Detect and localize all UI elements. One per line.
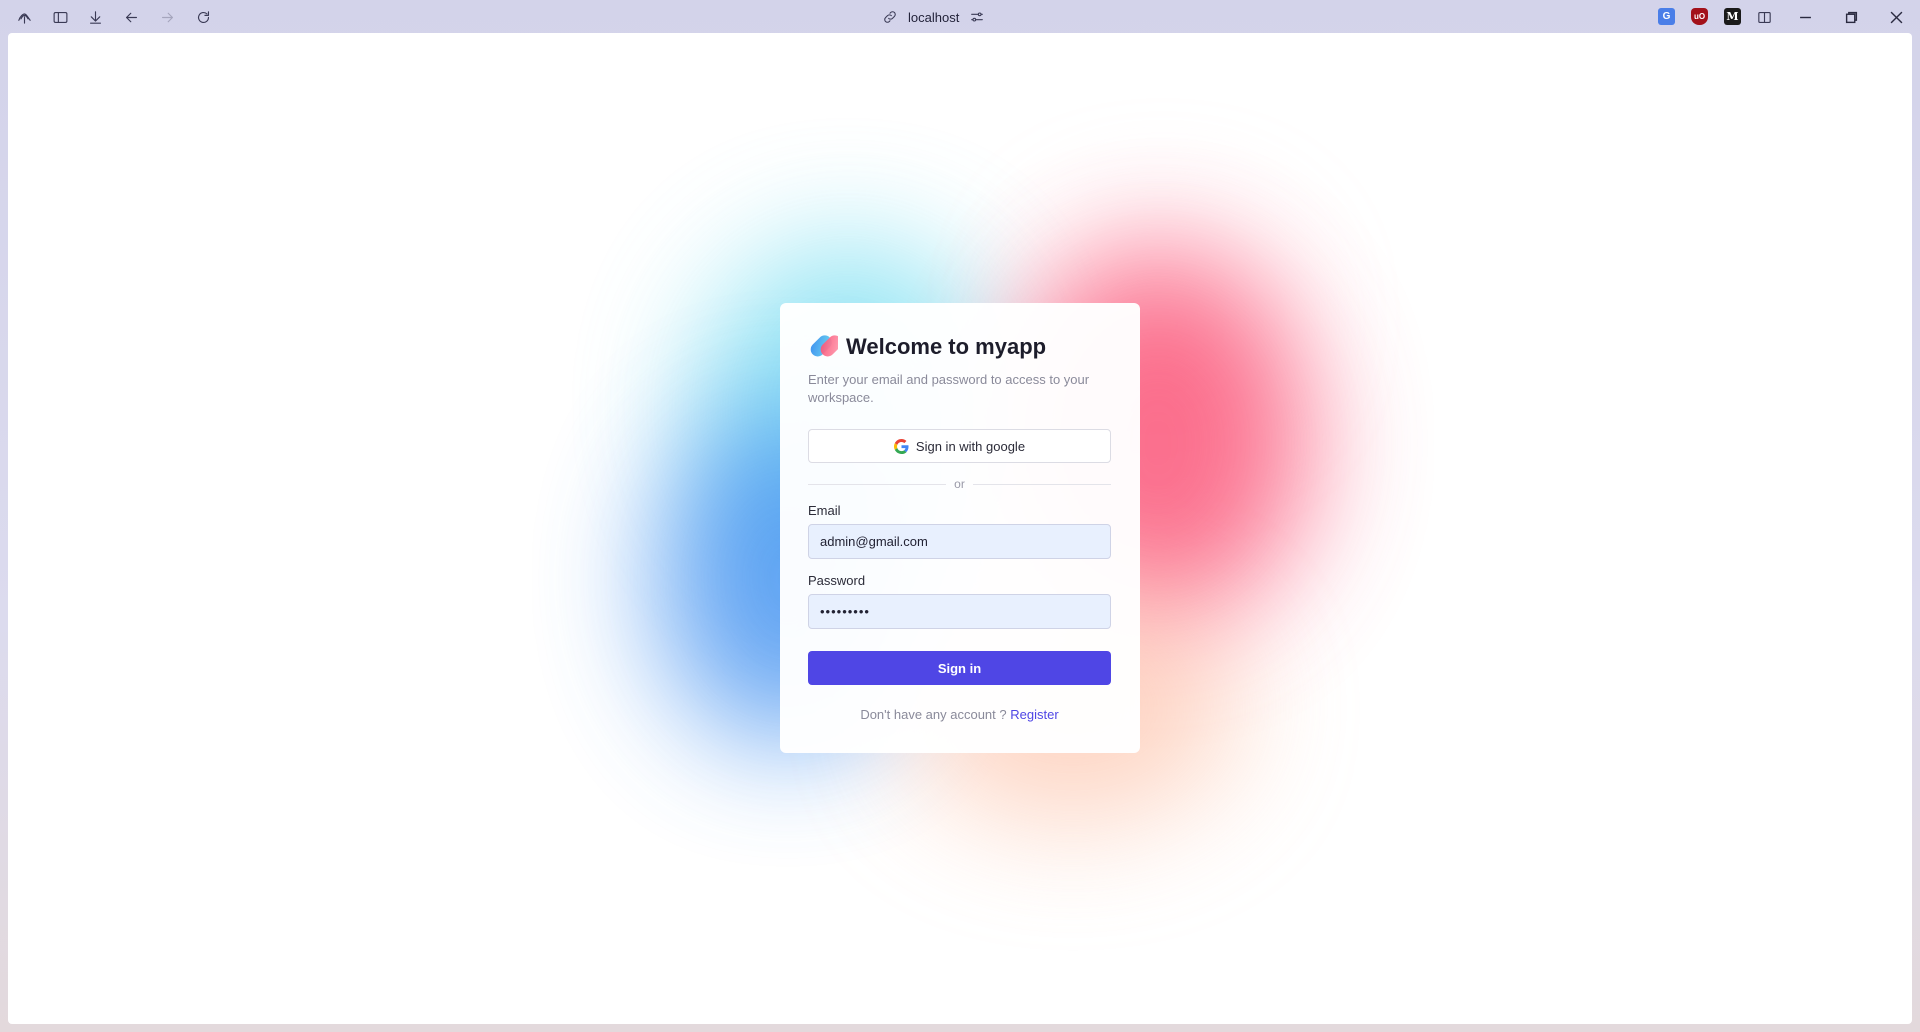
address-text[interactable]: localhost xyxy=(908,10,959,25)
restore-icon[interactable] xyxy=(1839,5,1863,29)
card-header: Welcome to myapp xyxy=(808,333,1112,361)
email-field[interactable]: admin@gmail.com xyxy=(808,524,1111,559)
register-prompt-text: Don't have any account ? xyxy=(860,707,1007,722)
or-divider: or xyxy=(808,477,1112,491)
google-signin-label: Sign in with google xyxy=(915,438,1026,454)
sidebar-toggle-icon[interactable] xyxy=(48,5,72,29)
page-viewport: Welcome to myapp Enter your email and pa… xyxy=(8,33,1912,1024)
register-link[interactable]: Register xyxy=(1010,707,1058,722)
email-value: admin@gmail.com xyxy=(820,534,928,549)
m-extension-icon[interactable]: M xyxy=(1724,8,1741,25)
password-field[interactable]: ••••••••• xyxy=(808,594,1111,629)
password-value: ••••••••• xyxy=(820,604,870,619)
email-label: Email xyxy=(808,503,841,518)
translate-extension-icon[interactable]: G xyxy=(1658,8,1675,25)
split-view-icon[interactable] xyxy=(1752,5,1776,29)
address-bar[interactable]: localhost xyxy=(882,6,985,28)
reload-icon[interactable] xyxy=(191,5,215,29)
myapp-logo-icon xyxy=(810,335,838,357)
close-icon[interactable] xyxy=(1884,5,1908,29)
site-settings-icon[interactable] xyxy=(969,9,985,25)
sign-in-button[interactable]: Sign in xyxy=(808,651,1111,685)
login-card: Welcome to myapp Enter your email and pa… xyxy=(780,303,1140,753)
back-arrow-icon[interactable] xyxy=(119,5,143,29)
browser-logo-icon[interactable] xyxy=(12,5,36,29)
forward-arrow-icon[interactable] xyxy=(155,5,179,29)
divider-line-left xyxy=(808,483,947,485)
ublock-extension-icon[interactable]: uO xyxy=(1691,8,1708,25)
password-label: Password xyxy=(808,573,866,588)
sign-in-label: Sign in xyxy=(937,660,982,676)
divider-label: or xyxy=(954,477,965,491)
divider-line-right xyxy=(972,483,1112,485)
page-subtitle: Enter your email and password to access … xyxy=(808,372,1090,405)
minimize-icon[interactable] xyxy=(1793,5,1817,29)
page-title: Welcome to myapp xyxy=(846,334,1047,359)
link-icon xyxy=(884,11,896,23)
google-signin-button[interactable]: Sign in with google xyxy=(808,429,1111,463)
browser-toolbar: localhost G uO M xyxy=(0,0,1920,33)
register-prompt: Don't have any account ? Register xyxy=(808,707,1111,722)
download-icon[interactable] xyxy=(83,5,107,29)
google-icon xyxy=(893,438,909,454)
